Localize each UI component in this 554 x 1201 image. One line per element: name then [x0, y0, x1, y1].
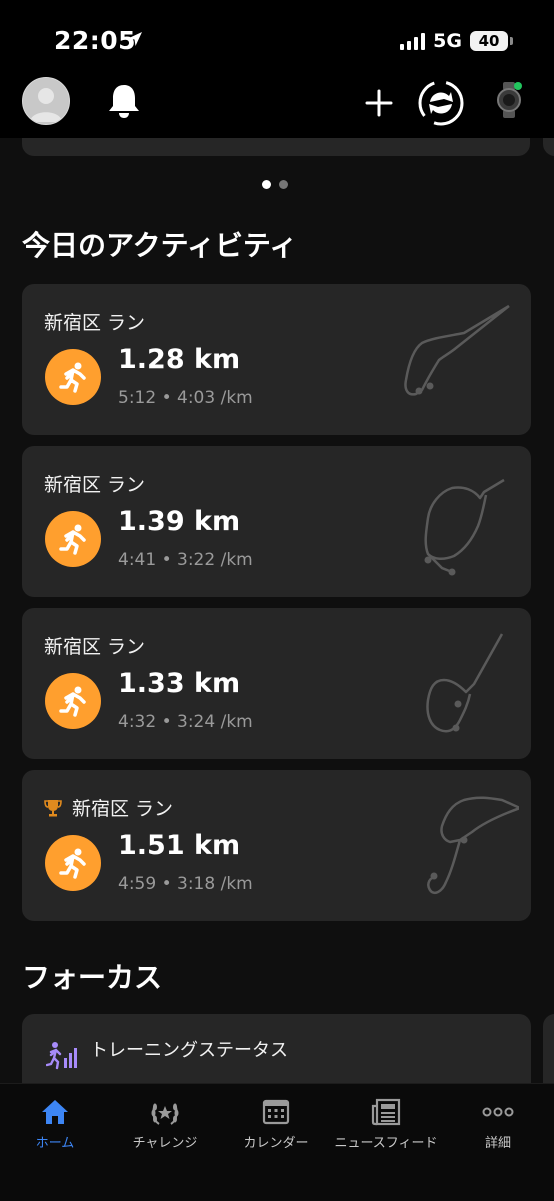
next-focus-card-peek[interactable] — [543, 1014, 554, 1083]
activity-time-pace: 4:59 • 3:18 /km — [118, 874, 253, 894]
status-time: 22:05 — [54, 26, 137, 55]
home-feed[interactable]: 今日のアクティビティ 新宿区 ラン 1.28 km 5:12 • 4:03 /k… — [0, 138, 554, 1083]
activity-title: 新宿区 ラン — [44, 312, 146, 334]
activity-distance: 1.39 km — [118, 506, 241, 537]
carousel-dot — [279, 180, 288, 189]
more-icon — [482, 1107, 514, 1117]
training-status-card[interactable]: トレーニングステータス — [22, 1014, 531, 1083]
activity-card[interactable]: 新宿区 ラン 1.39 km 4:41 • 3:22 /km — [22, 446, 531, 597]
focus-section-title: フォーカス — [22, 961, 163, 994]
activity-title: 新宿区 ラン — [72, 798, 174, 820]
cellular-signal-icon — [400, 32, 426, 50]
home-icon — [42, 1100, 68, 1124]
tab-calendar[interactable]: カレンダー — [221, 1084, 331, 1164]
activity-title: 新宿区 ラン — [44, 636, 146, 658]
tab-label: ニュースフィード — [334, 1136, 438, 1151]
run-icon — [45, 673, 101, 729]
laurel-icon — [151, 1103, 179, 1125]
activity-time-pace: 4:41 • 3:22 /km — [118, 550, 253, 570]
newspaper-icon — [371, 1098, 401, 1126]
tab-label: 詳細 — [484, 1136, 511, 1151]
battery-level: 40 — [478, 32, 500, 50]
training-status-label: トレーニングステータス — [90, 1040, 288, 1061]
route-map — [427, 796, 519, 894]
activity-time-pace: 5:12 • 4:03 /km — [118, 388, 253, 408]
previous-card[interactable] — [22, 138, 530, 156]
activity-distance: 1.51 km — [118, 830, 241, 861]
training-status-icon — [46, 1042, 77, 1070]
run-icon — [45, 349, 101, 405]
activity-distance: 1.33 km — [118, 668, 241, 699]
activity-distance: 1.28 km — [118, 344, 241, 375]
tab-label: チャレンジ — [132, 1136, 198, 1151]
run-icon — [45, 511, 101, 567]
network-type: 5G — [433, 30, 462, 52]
activity-card[interactable]: 新宿区 ラン 1.51 km 4:59 • 3:18 /km — [22, 770, 531, 921]
trophy-icon — [44, 799, 62, 816]
activity-card[interactable]: 新宿区 ラン 1.28 km 5:12 • 4:03 /km — [22, 284, 531, 435]
run-icon — [45, 835, 101, 891]
tab-more[interactable]: 詳細 — [443, 1084, 553, 1164]
device-connected-indicator — [514, 82, 522, 90]
route-map — [426, 633, 504, 733]
profile-icon — [30, 88, 62, 122]
location-arrow-icon — [128, 32, 142, 46]
carousel-dot-active — [262, 180, 271, 189]
status-bar: 22:05 5G 40 — [0, 0, 554, 80]
sync-icon[interactable] — [416, 78, 466, 128]
route-map — [404, 304, 510, 396]
app-header — [0, 80, 554, 138]
avatar[interactable] — [22, 77, 70, 125]
route-map — [424, 478, 505, 576]
bottom-tab-bar: ホーム チャレンジ カレンダー ニュースフィード 詳細 — [0, 1083, 554, 1201]
watch-icon[interactable] — [494, 80, 524, 120]
status-indicators: 5G 40 — [400, 30, 513, 52]
tab-home[interactable]: ホーム — [0, 1084, 110, 1164]
tab-label: カレンダー — [243, 1136, 309, 1151]
tab-challenge[interactable]: チャレンジ — [110, 1084, 220, 1164]
next-card-peek[interactable] — [543, 138, 554, 156]
activity-time-pace: 4:32 • 3:24 /km — [118, 712, 253, 732]
today-section-title: 今日のアクティビティ — [22, 229, 298, 262]
tab-label: ホーム — [35, 1136, 75, 1151]
bell-icon[interactable] — [106, 82, 142, 120]
activity-card[interactable]: 新宿区 ラン 1.33 km 4:32 • 3:24 /km — [22, 608, 531, 759]
calendar-icon — [262, 1099, 290, 1125]
plus-icon[interactable] — [365, 89, 393, 117]
tab-newsfeed[interactable]: ニュースフィード — [331, 1084, 441, 1164]
activity-title: 新宿区 ラン — [44, 474, 146, 496]
carousel-dots — [262, 180, 288, 189]
battery-icon: 40 — [470, 31, 513, 51]
